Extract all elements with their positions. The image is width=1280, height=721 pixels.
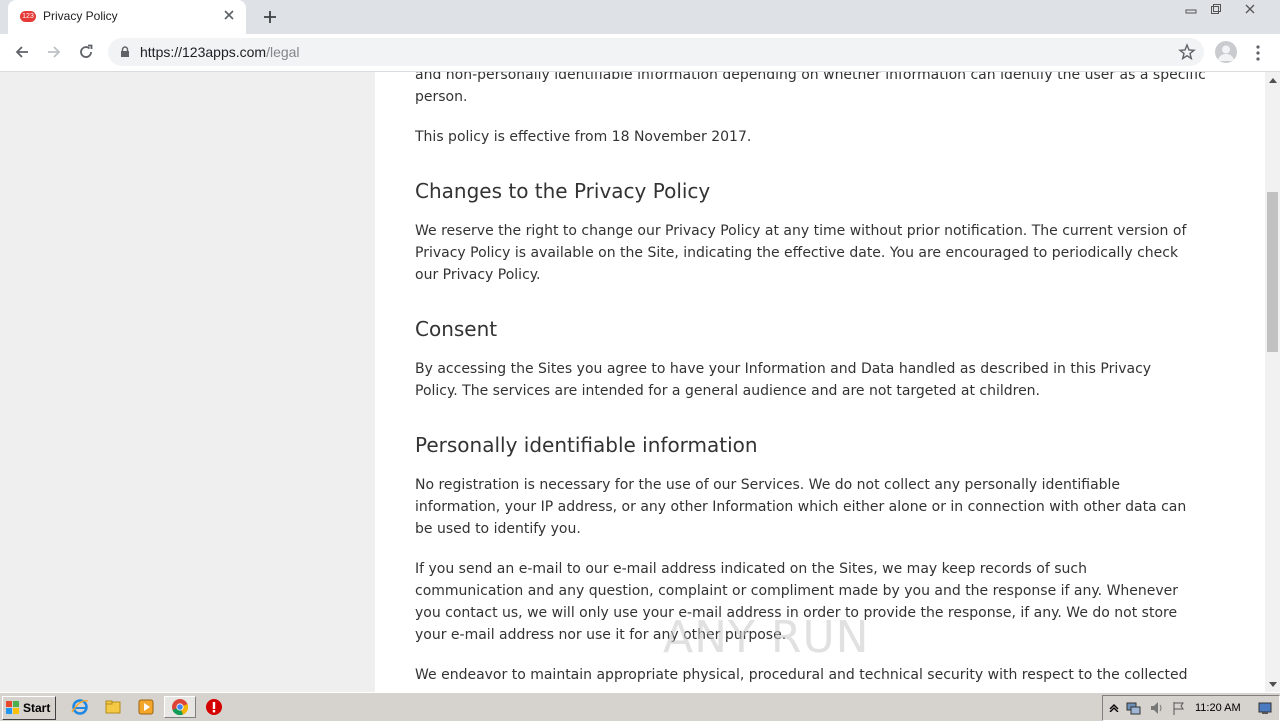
page-viewport: and non-personally identifiable informat… — [0, 72, 1265, 692]
close-icon — [1245, 4, 1255, 14]
reload-button[interactable] — [76, 42, 96, 62]
triangle-down-icon — [1268, 681, 1277, 687]
browser-toolbar: https://123apps.com/legal — [0, 34, 1280, 72]
tab-strip: 123 Privacy Policy — [0, 0, 1280, 34]
arrow-left-icon — [15, 46, 28, 58]
section-paragraph: No registration is necessary for the use… — [415, 477, 1187, 537]
section-heading: Changes to the Privacy Policy — [415, 179, 711, 203]
windows-logo-icon — [6, 701, 19, 714]
vertical-scrollbar[interactable] — [1265, 72, 1280, 692]
minimize-icon — [1185, 9, 1196, 14]
window-close-button[interactable] — [1228, 0, 1272, 18]
arrow-right-icon — [48, 46, 61, 58]
show-desktop-icon[interactable] — [1257, 700, 1273, 716]
back-button[interactable] — [12, 42, 32, 62]
internet-explorer-icon[interactable] — [71, 698, 89, 716]
stop-sign-icon[interactable] — [205, 698, 223, 716]
user-icon — [1218, 45, 1234, 61]
kebab-menu-icon[interactable] — [1251, 44, 1265, 62]
tab-privacy-policy[interactable]: 123 Privacy Policy — [8, 0, 246, 34]
reload-icon — [80, 44, 93, 58]
favicon-icon: 123 — [20, 11, 36, 22]
tab-title: Privacy Policy — [43, 9, 118, 23]
section-heading: Consent — [415, 317, 498, 341]
media-player-icon[interactable] — [137, 698, 155, 716]
section-paragraph: We endeavor to maintain appropriate phys… — [415, 667, 1188, 683]
new-tab-button[interactable] — [262, 9, 278, 25]
minimize-button[interactable] — [1178, 0, 1203, 18]
watermark: ANY RUN — [663, 612, 870, 663]
scroll-up-button[interactable] — [1265, 72, 1280, 87]
chrome-icon — [172, 699, 189, 716]
network-icon[interactable] — [1125, 700, 1141, 716]
article: and non-personally identifiable informat… — [375, 72, 1265, 692]
taskbar: Start 11:20 AM — [0, 692, 1280, 721]
effective-date-text: This policy is effective from 18 Novembe… — [415, 129, 752, 145]
start-button[interactable]: Start — [2, 696, 56, 720]
restore-icon — [1210, 4, 1221, 14]
section-heading: Personally identifiable information — [415, 433, 758, 457]
system-tray: 11:20 AM — [1102, 695, 1280, 721]
close-icon[interactable] — [222, 8, 236, 22]
profile-avatar[interactable] — [1215, 41, 1237, 63]
section-paragraph: We reserve the right to change our Priva… — [415, 223, 1187, 283]
address-bar[interactable]: https://123apps.com/legal — [108, 38, 1204, 66]
triangle-up-icon — [1268, 77, 1277, 83]
chrome-taskbar-button[interactable] — [164, 696, 196, 718]
url-text: https://123apps.com/legal — [140, 44, 300, 60]
flag-icon[interactable] — [1171, 700, 1187, 716]
scrollbar-thumb[interactable] — [1267, 192, 1278, 352]
taskbar-clock[interactable]: 11:20 AM — [1195, 702, 1241, 714]
intro-text-line1: and non-personally identifiable informat… — [415, 72, 1206, 83]
chevron-up-icon[interactable] — [1109, 702, 1119, 712]
url-host: https://123apps.com — [140, 44, 267, 60]
lock-icon — [121, 46, 129, 57]
restore-button[interactable] — [1203, 0, 1228, 18]
intro-text-line2: person. — [415, 89, 468, 105]
star-icon[interactable] — [1178, 43, 1196, 61]
folder-icon[interactable] — [104, 698, 122, 716]
window-controls — [1178, 0, 1272, 18]
section-paragraph: By accessing the Sites you agree to have… — [415, 361, 1152, 399]
start-label: Start — [23, 701, 51, 715]
url-path: /legal — [266, 44, 300, 60]
scroll-down-button[interactable] — [1265, 677, 1280, 692]
forward-button[interactable] — [44, 42, 64, 62]
speaker-icon[interactable] — [1149, 700, 1165, 716]
